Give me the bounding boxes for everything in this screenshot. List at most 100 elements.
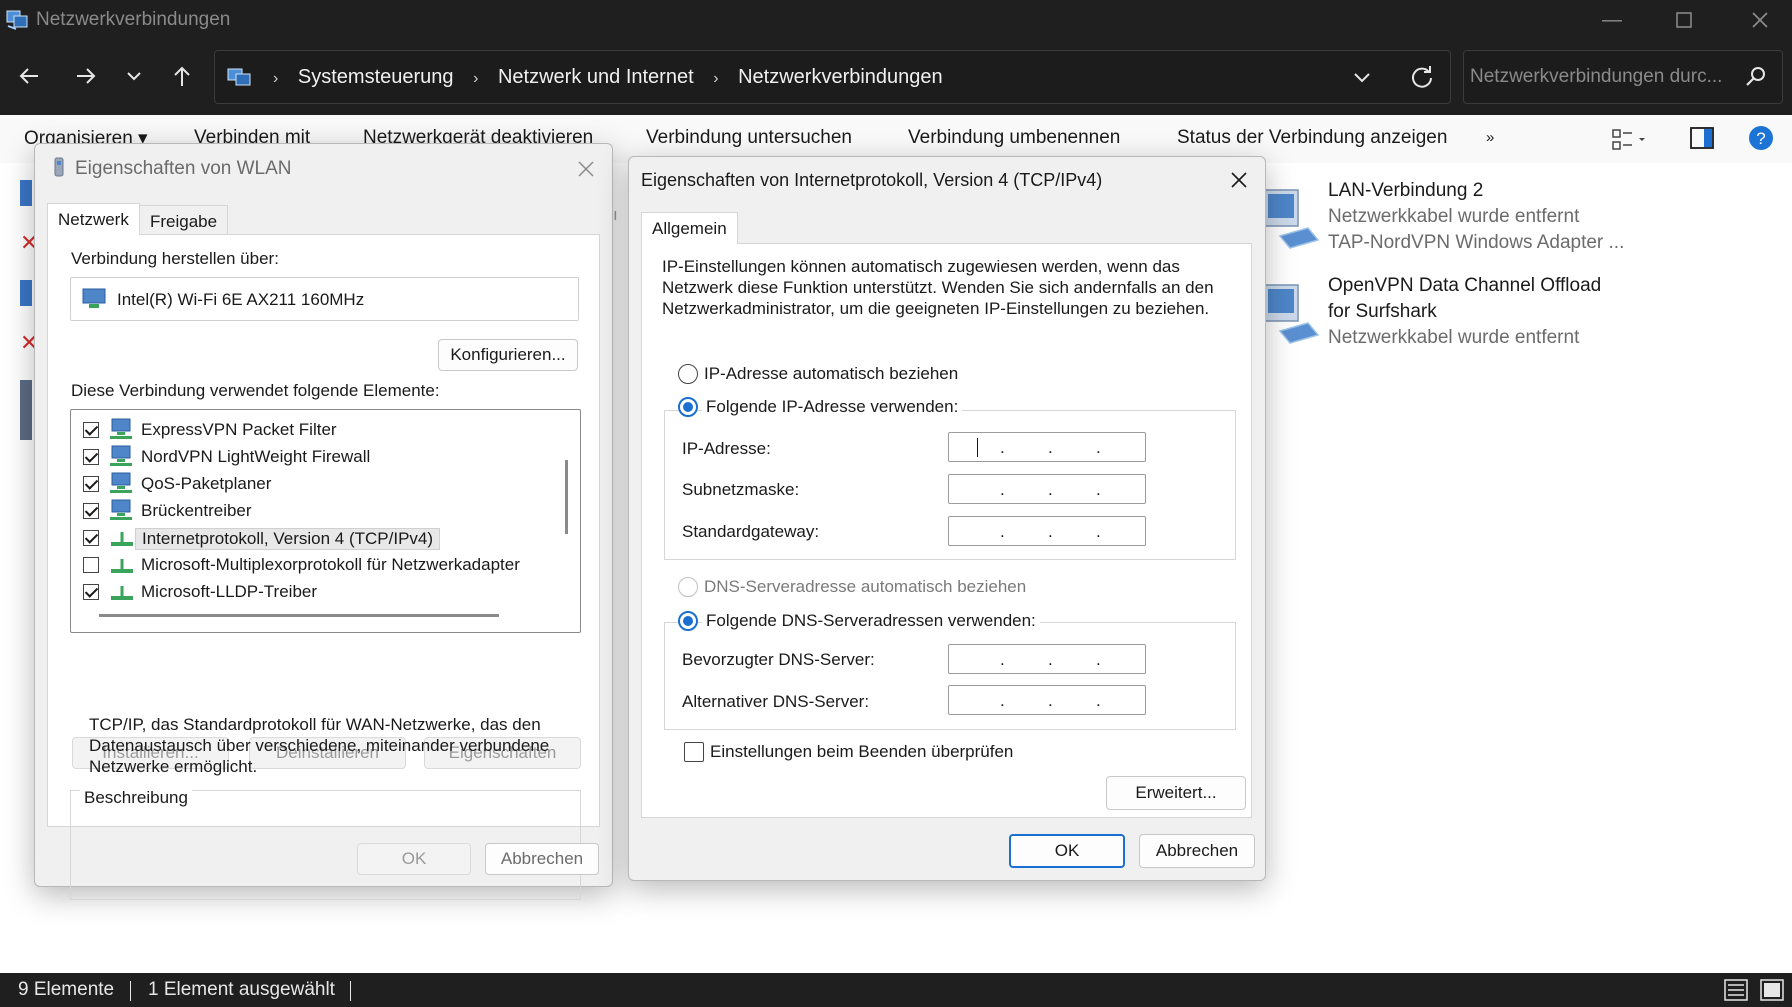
item-checkbox[interactable] bbox=[83, 422, 99, 438]
item-label: QoS-Paketplaner bbox=[141, 474, 272, 493]
wifi-adapter-icon bbox=[54, 157, 64, 177]
alternate-dns-input[interactable]: . . . bbox=[948, 685, 1146, 715]
minimize-button[interactable]: — bbox=[1588, 4, 1636, 36]
validate-settings-label[interactable]: Einstellungen beim Beenden überprüfen bbox=[710, 742, 1013, 762]
gateway-input[interactable]: . . . bbox=[948, 516, 1146, 546]
diagnose-connection-button[interactable]: Verbindung untersuchen bbox=[646, 127, 852, 149]
up-button[interactable] bbox=[164, 58, 200, 94]
dns-auto-radio[interactable] bbox=[678, 577, 698, 597]
subnet-mask-input[interactable]: . . . bbox=[948, 474, 1146, 504]
back-button[interactable] bbox=[12, 58, 48, 94]
dns-auto-label[interactable]: DNS-Serveradresse automatisch beziehen bbox=[704, 577, 1026, 597]
tab-netzwerk[interactable]: Netzwerk bbox=[47, 203, 140, 235]
item-checkbox[interactable] bbox=[83, 557, 99, 573]
octet-separator: . bbox=[1096, 522, 1101, 541]
wlan-properties-dialog: Eigenschaften von WLAN Netzwerk Freigabe… bbox=[34, 143, 613, 900]
connection-name-line2: for Surfshark bbox=[1328, 301, 1437, 322]
search-placeholder[interactable]: Netzwerkverbindungen durc... bbox=[1470, 66, 1730, 88]
tab-allgemein[interactable]: Allgemein bbox=[641, 212, 738, 244]
large-icons-view-icon[interactable] bbox=[1760, 979, 1784, 1001]
item-checkbox[interactable] bbox=[83, 503, 99, 519]
details-view-icon[interactable] bbox=[1724, 979, 1748, 1001]
chevron-down-icon bbox=[127, 72, 141, 81]
ip-manual-label[interactable]: Folgende IP-Adresse verwenden: bbox=[702, 397, 963, 417]
item-label: Brückentreiber bbox=[141, 501, 252, 520]
connection-text: OpenVPN Data Channel Offload for Surfsha… bbox=[1328, 273, 1601, 351]
dialog-title: Eigenschaften von Internetprotokoll, Ver… bbox=[641, 170, 1103, 190]
cancel-button[interactable]: Abbrechen bbox=[485, 843, 599, 875]
view-status-button[interactable]: Status der Verbindung anzeigen bbox=[1177, 127, 1447, 149]
horizontal-scrollbar-thumb[interactable] bbox=[99, 614, 499, 617]
close-window-button[interactable] bbox=[1736, 4, 1784, 36]
ip-manual-radio[interactable] bbox=[678, 397, 698, 417]
rename-connection-button[interactable]: Verbindung umbenennen bbox=[908, 127, 1120, 149]
maximize-icon bbox=[1676, 12, 1692, 28]
arrow-up-icon bbox=[174, 66, 190, 86]
list-item[interactable]: Internetprotokoll, Version 4 (TCP/IPv4) bbox=[83, 526, 503, 550]
selected-count: 1 Element ausgewählt bbox=[148, 979, 335, 1000]
tab-freigabe[interactable]: Freigabe bbox=[139, 205, 229, 235]
description-text: TCP/IP, das Standardprotokoll für WAN-Ne… bbox=[89, 715, 550, 776]
refresh-icon[interactable] bbox=[1408, 63, 1436, 91]
arrow-right-icon bbox=[77, 68, 96, 84]
list-item[interactable]: ExpressVPN Packet Filter bbox=[83, 418, 503, 442]
ip-address-label: IP-Adresse: bbox=[682, 439, 771, 458]
ok-button[interactable]: OK bbox=[357, 843, 471, 875]
item-checkbox[interactable] bbox=[83, 476, 99, 492]
network-client-icon bbox=[110, 499, 132, 520]
octet-separator: . bbox=[1048, 522, 1053, 541]
recent-locations-button[interactable] bbox=[116, 58, 152, 94]
item-checkbox[interactable] bbox=[83, 449, 99, 465]
list-item[interactable]: QoS-Paketplaner bbox=[83, 472, 503, 496]
list-item[interactable]: NordVPN LightWeight Firewall bbox=[83, 445, 503, 469]
address-history-dropdown-icon[interactable] bbox=[1350, 65, 1374, 89]
elements-list[interactable]: ExpressVPN Packet Filter NordVPN LightWe… bbox=[70, 409, 581, 633]
octet-separator: . bbox=[1000, 480, 1005, 499]
more-commands-button[interactable]: » bbox=[1486, 129, 1494, 146]
protocol-icon bbox=[111, 559, 133, 573]
protocol-icon bbox=[111, 586, 133, 600]
arrow-left-icon bbox=[19, 68, 38, 84]
advanced-button[interactable]: Erweitert... bbox=[1106, 776, 1246, 810]
preview-pane-icon[interactable] bbox=[1690, 127, 1714, 149]
cancel-button[interactable]: Abbrechen bbox=[1139, 834, 1255, 868]
item-checkbox[interactable] bbox=[83, 584, 99, 600]
list-item[interactable]: Microsoft-Multiplexorprotokoll für Netzw… bbox=[83, 553, 520, 577]
maximize-button[interactable] bbox=[1660, 4, 1708, 36]
preferred-dns-label: Bevorzugter DNS-Server: bbox=[682, 650, 875, 669]
change-view-icon[interactable] bbox=[1612, 129, 1646, 151]
dns-manual-radio[interactable] bbox=[678, 611, 698, 631]
ok-button[interactable]: OK bbox=[1009, 834, 1125, 868]
network-client-icon bbox=[110, 445, 132, 466]
search-box[interactable]: Netzwerkverbindungen durc... bbox=[1463, 50, 1783, 104]
network-client-icon bbox=[110, 472, 132, 493]
ip-auto-label[interactable]: IP-Adresse automatisch beziehen bbox=[704, 364, 958, 384]
validate-settings-checkbox[interactable] bbox=[684, 742, 704, 762]
preferred-dns-input[interactable]: . . . bbox=[948, 644, 1146, 674]
close-icon[interactable] bbox=[1224, 165, 1254, 195]
help-icon[interactable]: ? bbox=[1748, 125, 1774, 151]
intro-text: IP-Einstellungen können automatisch zuge… bbox=[662, 257, 1214, 318]
address-bar[interactable]: › Systemsteuerung › Netzwerk und Interne… bbox=[214, 50, 1451, 104]
adapter-name: Intel(R) Wi-Fi 6E AX211 160MHz bbox=[117, 290, 365, 309]
breadcrumb-systemsteuerung[interactable]: Systemsteuerung bbox=[298, 66, 454, 88]
item-label: Microsoft-Multiplexorprotokoll für Netzw… bbox=[141, 555, 520, 574]
network-adapter-icon bbox=[1263, 189, 1320, 249]
configure-button[interactable]: Konfigurieren... bbox=[438, 339, 578, 371]
dns-manual-label[interactable]: Folgende DNS-Serveradressen verwenden: bbox=[702, 611, 1040, 631]
vertical-scrollbar-thumb[interactable] bbox=[565, 460, 568, 534]
close-icon[interactable] bbox=[571, 154, 601, 184]
network-adapter-icon bbox=[1263, 284, 1320, 344]
breadcrumb-netzwerkverbindungen[interactable]: Netzwerkverbindungen bbox=[738, 66, 943, 88]
list-item[interactable]: Brückentreiber bbox=[83, 499, 503, 523]
ip-auto-radio[interactable] bbox=[678, 364, 698, 384]
ip-address-input[interactable]: . . . bbox=[948, 432, 1146, 462]
dialog-title: Eigenschaften von WLAN bbox=[75, 158, 292, 179]
octet-separator: . bbox=[1048, 438, 1053, 457]
forward-button[interactable] bbox=[67, 58, 103, 94]
item-checkbox[interactable] bbox=[83, 530, 99, 546]
breadcrumb-netzwerk-internet[interactable]: Netzwerk und Internet bbox=[498, 66, 694, 88]
list-item[interactable]: Microsoft-LLDP-Treiber bbox=[83, 580, 503, 604]
network-adapter-icon bbox=[82, 288, 106, 308]
octet-separator: . bbox=[1048, 650, 1053, 669]
